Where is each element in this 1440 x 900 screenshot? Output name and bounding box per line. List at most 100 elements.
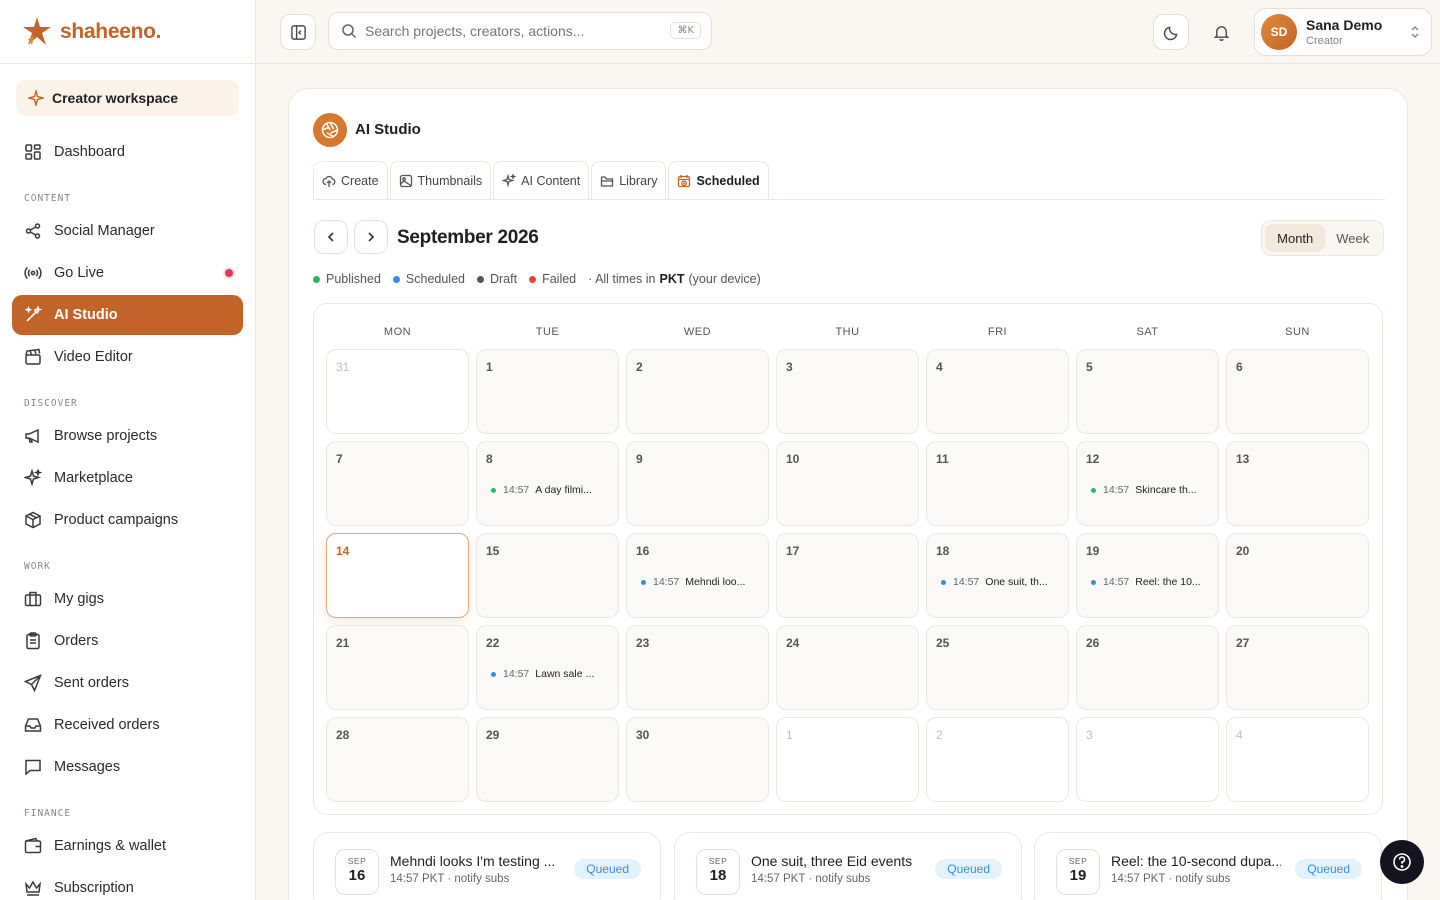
calendar-day[interactable]: 27 [1226,625,1369,710]
day-number: 18 [936,544,950,558]
calendar-event[interactable]: 14:57 A day filmi... [491,484,592,496]
calendar-event[interactable]: 14:57 One suit, th... [941,576,1048,588]
calendar-day[interactable]: 17 [776,533,919,618]
sidebar-item-sent-orders[interactable]: Sent orders [12,663,243,703]
calendar-day[interactable]: 1 [476,349,619,434]
calendar-day[interactable]: 15 [476,533,619,618]
calendar-day[interactable]: 1 [776,717,919,802]
search-bar[interactable]: ⌘K [328,12,712,50]
day-number: 5 [1086,360,1093,374]
calendar-day[interactable]: 11 [926,441,1069,526]
timezone-note: · All times in PKT (your device) [588,272,761,286]
sidebar-item-go-live[interactable]: Go Live [12,253,243,293]
calendar-day[interactable]: 10 [776,441,919,526]
calendar-day-today[interactable]: 14 [326,533,469,618]
user-menu[interactable]: SD Sana Demo Creator [1254,8,1432,56]
sidebar-item-marketplace[interactable]: Marketplace [12,458,243,498]
calendar-day[interactable]: 12 14:57 Skincare th... [1076,441,1219,526]
sidebar-item-browse-projects[interactable]: Browse projects [12,416,243,456]
theme-toggle-button[interactable] [1153,14,1189,50]
scheduled-post-card[interactable]: SEP 19 Reel: the 10-second dupa... 14:57 PK… [1034,832,1382,900]
scheduled-post-card[interactable]: SEP 16 Mehndi looks I'm testing ... 14:57 P… [313,832,661,900]
calendar-event[interactable]: 14:57 Mehndi loo... [641,576,745,588]
day-number: 20 [1236,544,1250,558]
scheduled-post-card[interactable]: SEP 18 One suit, three Eid events 14:57 PKT… [674,832,1022,900]
sidebar-item-label: Earnings & wallet [54,838,167,854]
calendar-day[interactable]: 19 14:57 Reel: the 10... [1076,533,1219,618]
sidebar-item-label: Sent orders [54,675,129,691]
calendar-day[interactable]: 21 [326,625,469,710]
calendar-day[interactable]: 30 [626,717,769,802]
sidebar-item-social-manager[interactable]: Social Manager [12,211,243,251]
date-month: SEP [347,856,367,866]
weekday-header: MON [383,326,412,338]
calendar-day[interactable]: 3 [1076,717,1219,802]
sidebar-item-received-orders[interactable]: Received orders [12,705,243,745]
view-month-button[interactable]: Month [1265,224,1326,252]
sidebar-item-product-campaigns[interactable]: Product campaigns [12,500,243,540]
help-button[interactable] [1380,840,1424,884]
calendar-day[interactable]: 2 [926,717,1069,802]
search-icon [342,24,357,39]
calendar-day[interactable]: 4 [1226,717,1369,802]
day-number: 23 [636,636,650,650]
calendar-day[interactable]: 28 [326,717,469,802]
tz-suffix: (your device) [688,272,761,286]
toggle-sidebar-button[interactable] [280,14,316,50]
sidebar-item-video-editor[interactable]: Video Editor [12,337,243,377]
post-title: Reel: the 10-second dupa... [1111,853,1281,869]
workspace-switcher[interactable]: Creator workspace [16,80,239,116]
tab-ai-content[interactable]: AI Content [493,161,590,199]
calendar-day[interactable]: 18 14:57 One suit, th... [926,533,1069,618]
next-month-button[interactable] [354,220,388,254]
calendar-day[interactable]: 23 [626,625,769,710]
calendar-day[interactable]: 13 [1226,441,1369,526]
calendar-day[interactable]: 31 [326,349,469,434]
event-title: One suit, th... [985,576,1048,588]
tab-create[interactable]: Create [313,161,388,199]
calendar-day[interactable]: 20 [1226,533,1369,618]
sidebar-item-my-gigs[interactable]: My gigs [12,579,243,619]
sidebar-item-ai-studio[interactable]: AI Studio [12,295,243,335]
calendar-day[interactable]: 5 [1076,349,1219,434]
sidebar-item-orders[interactable]: Orders [12,621,243,661]
brand[interactable]: shaheeno. [0,0,255,64]
notifications-button[interactable] [1203,14,1239,50]
sidebar-item-earnings-wallet[interactable]: Earnings & wallet [12,826,243,866]
tz-prefix: · All times in [588,272,656,286]
calendar-event[interactable]: 14:57 Skincare th... [1091,484,1197,496]
sidebar-item-subscription[interactable]: Subscription [12,868,243,900]
calendar-event[interactable]: 14:57 Reel: the 10... [1091,576,1201,588]
calendar-day[interactable]: 4 [926,349,1069,434]
date-day: 19 [1069,867,1087,884]
legend-draft: Draft [476,272,517,286]
day-number: 4 [1236,728,1243,742]
tab-scheduled[interactable]: Scheduled [668,161,769,199]
calendar-day[interactable]: 2 [626,349,769,434]
tab-library[interactable]: Library [591,161,667,199]
day-number: 30 [636,728,650,742]
date-badge: SEP 19 [1056,849,1100,895]
calendar-day[interactable]: 16 14:57 Mehndi loo... [626,533,769,618]
calendar-day[interactable]: 22 14:57 Lawn sale ... [476,625,619,710]
view-week-button[interactable]: Week [1325,224,1380,252]
calendar-day[interactable]: 29 [476,717,619,802]
sidebar-item-dashboard[interactable]: Dashboard [12,132,243,172]
calendar-event[interactable]: 14:57 Lawn sale ... [491,668,594,680]
calendar-day[interactable]: 9 [626,441,769,526]
calendar-day[interactable]: 24 [776,625,919,710]
search-input[interactable] [365,23,655,39]
calendar-day[interactable]: 6 [1226,349,1369,434]
calendar-day[interactable]: 7 [326,441,469,526]
calendar-day[interactable]: 26 [1076,625,1219,710]
status-badge: Queued [935,859,1002,879]
calendar-day[interactable]: 8 14:57 A day filmi... [476,441,619,526]
tab-thumbnails[interactable]: Thumbnails [389,161,492,199]
calendar-day[interactable]: 3 [776,349,919,434]
sidebar-item-label: Marketplace [54,470,133,486]
search-shortcut: ⌘K [670,22,701,39]
sidebar-item-messages[interactable]: Messages [12,747,243,787]
calendar-day[interactable]: 25 [926,625,1069,710]
status-dot-icon [1091,579,1096,585]
prev-month-button[interactable] [314,220,348,254]
